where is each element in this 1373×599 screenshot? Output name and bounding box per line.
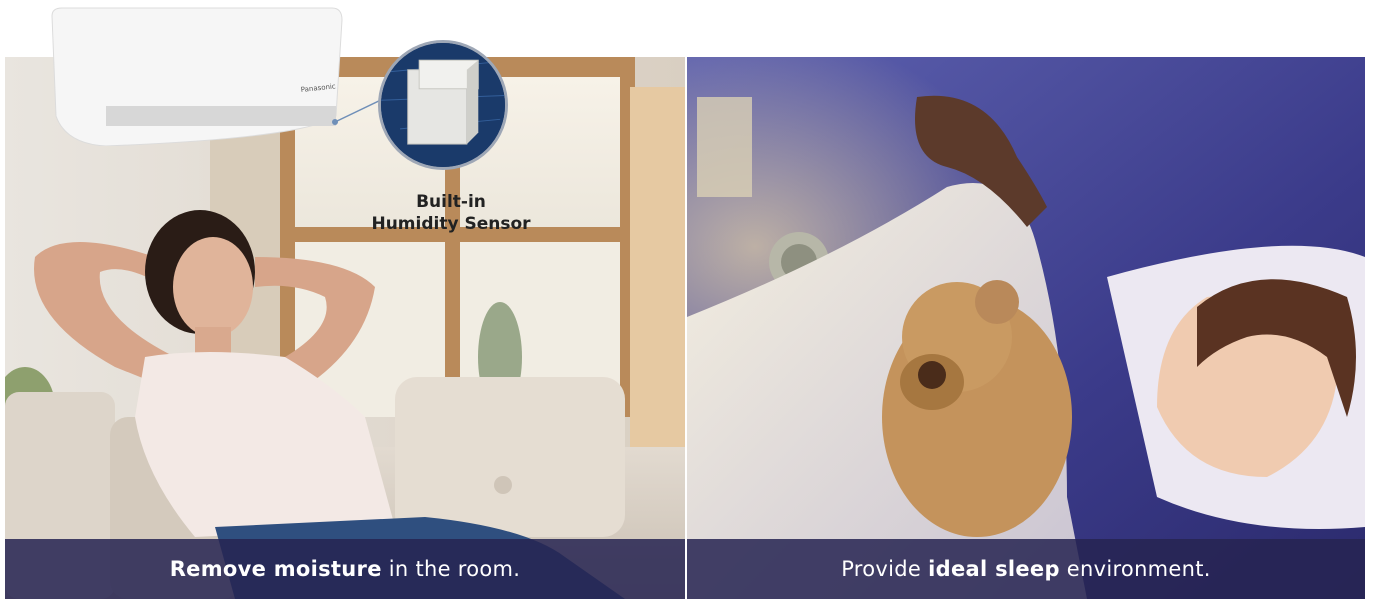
bedroom-scene: [687, 57, 1365, 599]
left-caption-rest: in the room.: [381, 557, 521, 581]
humidity-sensor-closeup: [378, 40, 508, 170]
humidity-sensor-icon: [381, 43, 505, 167]
right-caption-rest: environment.: [1059, 557, 1211, 581]
left-caption-text: Remove moisture in the room.: [170, 557, 521, 581]
left-caption-bold: Remove moisture: [169, 557, 382, 581]
right-caption-pre: Provide: [841, 557, 929, 581]
air-conditioner-unit: Panasonic: [51, 7, 343, 146]
right-caption-bold: ideal sleep: [928, 557, 1060, 581]
humidity-sensor-label: Built-in Humidity Sensor: [356, 191, 546, 235]
sensor-label-line1: Built-in: [416, 192, 486, 212]
left-caption-bar: Remove moisture in the room.: [5, 539, 685, 599]
sensor-label-line2: Humidity Sensor: [371, 214, 531, 234]
right-caption-text: Provide ideal sleep environment.: [841, 557, 1211, 581]
right-caption-bar: Provide ideal sleep environment.: [687, 539, 1365, 599]
bedroom-photo: Provide ideal sleep environment.: [687, 57, 1365, 599]
